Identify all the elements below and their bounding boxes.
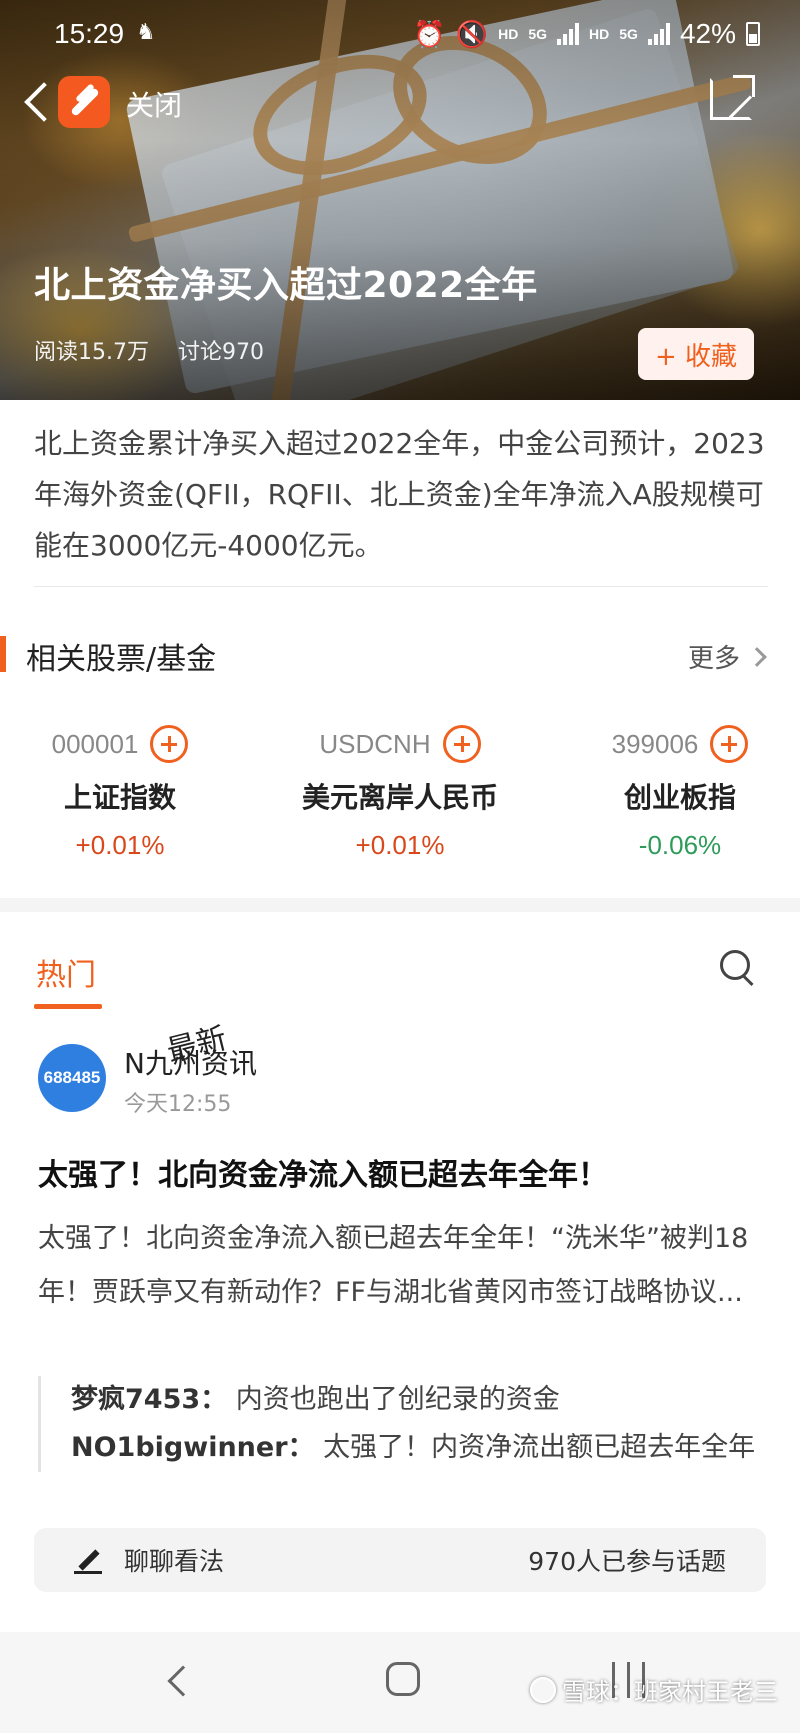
stock-code: 000001 bbox=[51, 728, 139, 759]
stock-card[interactable]: 000001 上证指数 +0.01% bbox=[0, 720, 260, 861]
reply-item[interactable]: 梦疯7453： 内资也跑出了创纪录的资金 bbox=[71, 1376, 768, 1424]
signal-icon bbox=[647, 23, 670, 45]
read-count: 阅读15.7万 bbox=[34, 340, 149, 365]
tab-hot[interactable]: 热门 bbox=[36, 950, 96, 994]
post-body[interactable]: 太强了！北向资金净流入额已超去年全年！“洗米华”被判18年！贾跃亭又有新动作？F… bbox=[38, 1212, 768, 1320]
reply-list: 梦疯7453： 内资也跑出了创纪录的资金 NO1bigwinner： 太强了！内… bbox=[38, 1376, 768, 1472]
mute-icon: 🔇 bbox=[455, 18, 489, 49]
status-bar: 15:29 ♞ ⏰ 🔇 HD 5G HD 5G 42% bbox=[0, 16, 800, 56]
reply-text: 内资也跑出了创纪录的资金 bbox=[235, 1384, 560, 1415]
stock-code: USDCNH bbox=[319, 728, 431, 759]
article-meta: 阅读15.7万 讨论970 bbox=[34, 334, 264, 366]
edit-icon bbox=[74, 1546, 102, 1574]
snowball-logo-icon bbox=[530, 1676, 556, 1703]
stock-change: -0.06% bbox=[638, 830, 722, 860]
topic-summary: 北上资金累计净买入超过2022全年，中金公司预计，2023年海外资金(QFII，… bbox=[34, 427, 765, 562]
stock-card[interactable]: 399006 创业板指 -0.06% bbox=[540, 720, 800, 861]
share-icon[interactable] bbox=[710, 75, 755, 120]
reply-user: 梦疯7453： bbox=[71, 1384, 228, 1415]
system-nav-bar: 雪球：班家村王老三 bbox=[0, 1632, 800, 1733]
more-button[interactable]: 更多 bbox=[687, 638, 767, 675]
favorite-button[interactable]: + 收藏 bbox=[638, 328, 754, 380]
battery-icon bbox=[746, 22, 760, 46]
status-time: 15:29 bbox=[54, 18, 125, 49]
alarm-icon: ⏰ bbox=[413, 18, 446, 49]
stock-name: 上证指数 bbox=[63, 781, 176, 814]
add-watchlist-icon[interactable] bbox=[150, 725, 189, 763]
divider bbox=[34, 586, 768, 587]
signal-icon bbox=[557, 23, 580, 45]
nav-home-icon[interactable] bbox=[386, 1662, 420, 1696]
nav-back-icon[interactable] bbox=[167, 1665, 199, 1697]
chevron-right-icon bbox=[747, 646, 767, 667]
avatar[interactable]: 688485 bbox=[38, 1044, 106, 1112]
reply-item[interactable]: NO1bigwinner： 太强了！内资净流出额已超去年全年 bbox=[71, 1424, 768, 1472]
stock-card[interactable]: USDCNH 美元离岸人民币 +0.01% bbox=[260, 720, 540, 861]
active-tab-indicator bbox=[34, 1004, 102, 1009]
post-author[interactable]: N九州资讯 bbox=[124, 1042, 257, 1082]
feed-tabs: 热门 最新 bbox=[0, 920, 800, 1069]
reply-text: 太强了！内资净流出额已超去年全年 bbox=[323, 1432, 756, 1463]
notification-icon: ♞ bbox=[136, 20, 156, 45]
hd-badge: HD bbox=[498, 26, 519, 42]
close-button[interactable]: 关闭 bbox=[126, 84, 182, 124]
stock-name: 美元离岸人民币 bbox=[301, 781, 498, 814]
watermark: 雪球：班家村王老三 bbox=[530, 1672, 778, 1707]
reply-user: NO1bigwinner： bbox=[71, 1432, 315, 1463]
add-watchlist-icon[interactable] bbox=[710, 725, 749, 763]
more-label: 更多 bbox=[687, 644, 740, 674]
discussion-bar[interactable]: 聊聊看法 970人已参与话题 bbox=[34, 1528, 766, 1592]
hd-badge: HD bbox=[589, 26, 610, 42]
back-icon[interactable] bbox=[18, 80, 58, 124]
status-icons: ⏰ 🔇 HD 5G HD 5G 42% bbox=[413, 18, 760, 50]
post-title[interactable]: 太强了！北向资金净流入额已超去年全年！ bbox=[38, 1150, 768, 1194]
watermark-text: 雪球：班家村王老三 bbox=[562, 1678, 778, 1706]
section-accent-bar bbox=[0, 636, 6, 672]
stock-code: 399006 bbox=[611, 728, 699, 759]
add-watchlist-icon[interactable] bbox=[442, 725, 481, 763]
discussion-label: 聊聊看法 bbox=[124, 1547, 225, 1576]
battery-percent: 42% bbox=[679, 18, 736, 49]
network-5g-badge: 5G bbox=[528, 26, 548, 42]
app-logo-icon bbox=[58, 76, 110, 128]
hero-banner: 15:29 ♞ ⏰ 🔇 HD 5G HD 5G 42% 关闭 北上资金净买入超过… bbox=[0, 0, 800, 400]
network-5g-badge: 5G bbox=[619, 26, 638, 42]
search-icon[interactable] bbox=[720, 950, 756, 986]
related-stocks: 000001 上证指数 +0.01% USDCNH 美元离岸人民币 +0.01%… bbox=[0, 720, 800, 870]
participants-count: 970人已参与话题 bbox=[528, 1547, 726, 1576]
stock-change: +0.01% bbox=[75, 830, 165, 860]
stock-name: 创业板指 bbox=[623, 781, 736, 814]
stock-change: +0.01% bbox=[355, 830, 445, 860]
page-title: 北上资金净买入超过2022全年 bbox=[34, 265, 538, 306]
related-section-title: 相关股票/基金 bbox=[26, 642, 217, 677]
comment-count[interactable]: 讨论970 bbox=[178, 340, 264, 365]
post-time: 今天12:55 bbox=[124, 1092, 232, 1117]
